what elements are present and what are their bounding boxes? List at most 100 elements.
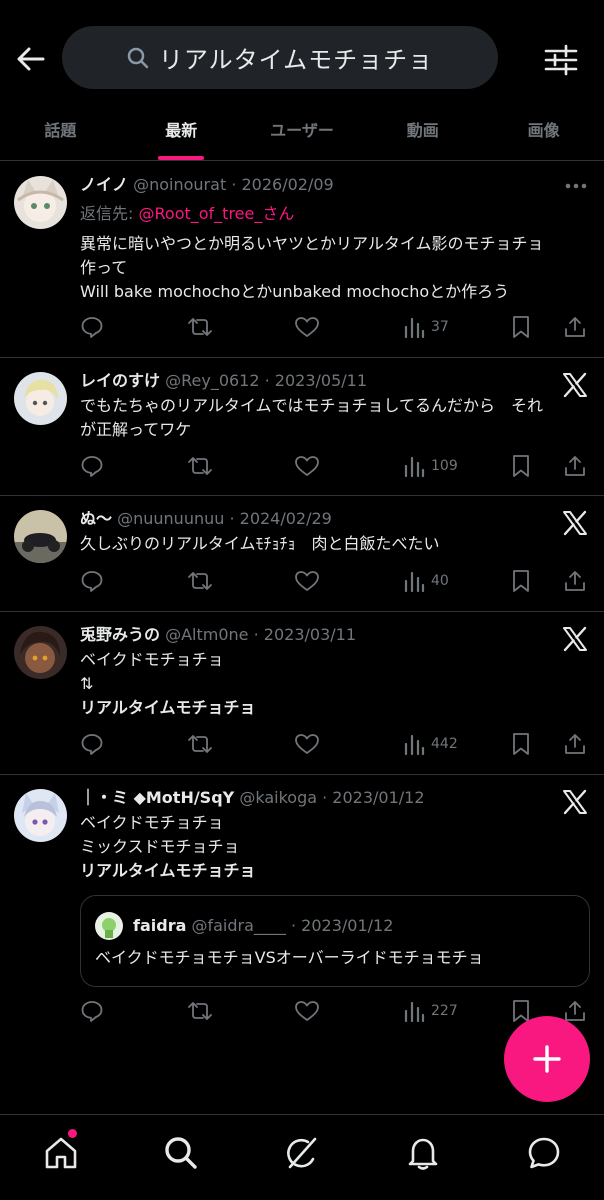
views-button[interactable]: 227 (403, 997, 458, 1025)
views-button[interactable]: 40 (403, 567, 449, 595)
post-actions: 37 (80, 313, 588, 341)
heart-icon (295, 734, 319, 754)
bookmark-icon (513, 570, 529, 592)
search-input[interactable]: リアルタイムモチョチョ (62, 26, 498, 89)
like-button[interactable] (294, 567, 320, 595)
like-button[interactable] (294, 730, 320, 758)
views-button[interactable]: 109 (403, 452, 458, 480)
views-icon (404, 456, 425, 477)
reply-button[interactable] (80, 452, 104, 480)
tab-label: 最新 (165, 121, 198, 140)
post-content: ぬ〜 @nuunuunuu · 2024/02/29 久しぶりのリアルタイムﾓﾁ… (80, 508, 584, 556)
post-header: レイのすけ @Rey_0612 · 2023/05/11 (80, 370, 584, 392)
share-icon (565, 317, 585, 337)
view-count: 442 (431, 736, 458, 752)
tab-latest[interactable]: 最新 (121, 100, 242, 160)
author-meta: @nuunuunuu · 2024/02/29 (117, 509, 332, 528)
avatar[interactable] (14, 176, 67, 229)
bookmark-button[interactable] (510, 452, 532, 480)
post-header: ノイノ @noinourat · 2026/02/09 (80, 174, 584, 196)
post-line: ベイクドモチョチョ (80, 650, 224, 669)
tab-videos[interactable]: 動画 (362, 100, 483, 160)
post-body: ベイクドモチョチョ ⇅ リアルタイムモチョチョ (80, 648, 584, 720)
bookmark-icon (513, 455, 529, 477)
avatar[interactable] (14, 626, 67, 679)
reply-button[interactable] (80, 997, 104, 1025)
author-meta: @kaikoga · 2023/01/12 (239, 788, 425, 807)
back-button[interactable] (14, 42, 48, 76)
bell-icon (408, 1138, 438, 1170)
bookmark-button[interactable] (510, 313, 532, 341)
post[interactable]: ｜・ミ ◆MotH/SqY @kaikoga · 2023/01/12 ベイクド… (0, 775, 604, 1055)
like-button[interactable] (294, 997, 320, 1025)
reply-button[interactable] (80, 567, 104, 595)
tab-images[interactable]: 画像 (483, 100, 604, 160)
repost-button[interactable] (186, 997, 214, 1025)
author-name[interactable]: ｜・ミ ◆MotH/SqY (80, 788, 234, 807)
share-button[interactable] (563, 313, 587, 341)
avatar[interactable] (14, 789, 67, 842)
x-logo-icon (563, 510, 587, 536)
views-button[interactable]: 442 (403, 730, 458, 758)
post[interactable]: 兎野みうの @Altm0ne · 2023/03/11 ベイクドモチョチョ ⇅ … (0, 612, 604, 775)
home-icon (45, 1137, 77, 1169)
share-button[interactable] (563, 452, 587, 480)
author-name[interactable]: ぬ〜 (80, 509, 112, 528)
like-button[interactable] (294, 313, 320, 341)
bookmark-icon (513, 733, 529, 755)
post[interactable]: ぬ〜 @nuunuunuu · 2024/02/29 久しぶりのリアルタイムﾓﾁ… (0, 496, 604, 612)
repost-icon (188, 457, 212, 475)
bookmark-button[interactable] (510, 567, 532, 595)
views-button[interactable]: 37 (403, 313, 449, 341)
bookmark-icon (513, 316, 529, 338)
nav-messages[interactable] (526, 1135, 562, 1171)
reply-icon (81, 734, 103, 755)
author-name[interactable]: 兎野みうの (80, 625, 160, 644)
author-name[interactable]: ノイノ (80, 175, 128, 194)
like-button[interactable] (294, 452, 320, 480)
post[interactable]: レイのすけ @Rey_0612 · 2023/05/11 でもたちゃのリアルタイ… (0, 358, 604, 496)
search-query: リアルタイムモチョチョ (158, 46, 434, 74)
x-logo-icon (563, 789, 587, 815)
views-icon (404, 1001, 425, 1022)
reply-button[interactable] (80, 313, 104, 341)
heart-icon (295, 456, 319, 476)
avatar[interactable] (14, 510, 67, 563)
post-line: ⇅ (80, 674, 94, 693)
bookmark-button[interactable] (510, 730, 532, 758)
repost-button[interactable] (186, 313, 214, 341)
post-line: リアルタイムモチョチョ (80, 698, 256, 717)
reply-handle-link[interactable]: @Root_of_tree_さん (139, 204, 295, 223)
nav-home[interactable] (43, 1135, 79, 1171)
share-button[interactable] (563, 567, 587, 595)
repost-button[interactable] (186, 452, 214, 480)
share-icon (565, 734, 585, 754)
compose-button[interactable] (504, 1016, 590, 1102)
quoted-avatar (95, 912, 123, 940)
filter-button[interactable] (544, 44, 578, 76)
tab-people[interactable]: ユーザー (242, 100, 363, 160)
post-content: ｜・ミ ◆MotH/SqY @kaikoga · 2023/01/12 ベイクド… (80, 787, 584, 883)
nav-search[interactable] (163, 1135, 199, 1171)
tab-top[interactable]: 話題 (0, 100, 121, 160)
heart-icon (295, 1001, 319, 1021)
post-line: でもたちゃのリアルタイムではモチョチョしてるんだから それ (80, 396, 544, 415)
post-line: ベイクドモチョチョ (80, 813, 224, 832)
post-actions: 227 (80, 997, 588, 1025)
repost-button[interactable] (186, 730, 214, 758)
share-button[interactable] (563, 730, 587, 758)
quoted-post[interactable]: faidra @faidra____ · 2023/01/12 ベイクドモチョモ… (80, 895, 590, 987)
more-icon[interactable] (564, 182, 588, 190)
repost-button[interactable] (186, 567, 214, 595)
post[interactable]: ノイノ @noinourat · 2026/02/09 返信先: @Root_o… (0, 162, 604, 358)
post-body: 異常に暗いやつとか明るいヤツとかリアルタイム影のモチョチョ 作って Will b… (80, 232, 584, 304)
nav-grok[interactable] (284, 1135, 320, 1171)
repost-icon (188, 1002, 212, 1020)
avatar[interactable] (14, 372, 67, 425)
grok-icon (287, 1137, 317, 1169)
author-name[interactable]: レイのすけ (80, 371, 160, 390)
share-icon (565, 456, 585, 476)
reply-button[interactable] (80, 730, 104, 758)
search-icon (127, 47, 149, 68)
nav-notifications[interactable] (405, 1135, 441, 1171)
